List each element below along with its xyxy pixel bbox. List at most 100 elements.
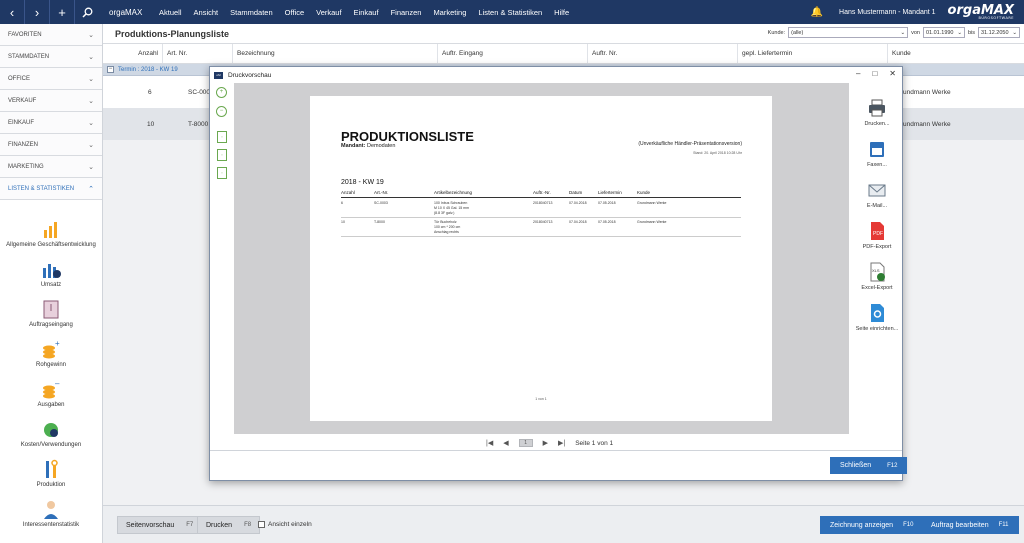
menu-office[interactable]: Office [279, 8, 310, 17]
next-page-icon[interactable]: ▶ [543, 439, 548, 447]
menu-stammdaten[interactable]: Stammdaten [224, 8, 279, 17]
tool-label: Excel-Export [861, 285, 893, 291]
maximize-icon[interactable]: □ [872, 69, 877, 78]
back-icon[interactable]: ‹ [0, 0, 24, 24]
sidebar-item-geschaeftsentwicklung[interactable]: Allgemeine Geschäftsentwicklung [0, 210, 102, 250]
add-icon[interactable]: + [50, 0, 74, 24]
filters: Kunde: (alle) ⌄ von 01.01.1990 ⌄ bis 31.12… [768, 27, 1020, 38]
sidebar-item-rohgewinn[interactable]: + Rohgewinn [0, 330, 102, 370]
col-artnr[interactable]: Art. Nr. [163, 44, 233, 63]
shortcut-key: F7 [186, 522, 194, 528]
schliessen-button[interactable]: Schließen F12 [830, 457, 908, 474]
chevron-down-icon: ⌄ [900, 29, 906, 36]
sidebar-item-interessentenstatistik[interactable]: Interessentenstatistik [0, 490, 102, 530]
pdf-export-tool[interactable]: PDF PDF-Export [852, 212, 902, 253]
bis-date-input[interactable]: 31.12.2050 ⌄ [978, 27, 1020, 38]
row-kunde: undmann Werke [903, 88, 951, 96]
page-setup-tool[interactable]: Seite einrichten... [852, 294, 902, 335]
fax-tool[interactable]: Faxen... [852, 130, 902, 171]
sidebar-items: Allgemeine Geschäftsentwicklung Umsatz A… [0, 200, 102, 530]
dialog-titlebar[interactable]: oM Druckvorschau [210, 67, 902, 83]
menu-aktuell[interactable]: Aktuell [153, 8, 188, 17]
main-header: Produktions-Planungsliste Kunde: (alle) ⌄… [103, 24, 1024, 44]
col-kunde[interactable]: Kunde [888, 44, 1024, 63]
kunde-select[interactable]: (alle) ⌄ [788, 27, 909, 38]
doc-table-header: Anzahl Art.-Nr. Artikelbezeichnung Auftr… [341, 190, 741, 198]
col-bezeichnung[interactable]: Bezeichnung [233, 44, 438, 63]
close-icon[interactable]: ✕ [889, 69, 896, 78]
von-value: 01.01.1990 [925, 29, 954, 36]
menu-ansicht[interactable]: Ansicht [188, 8, 225, 17]
col-liefertermin[interactable]: gepl. Liefertermin [738, 44, 888, 63]
zoom-in-icon[interactable]: + [216, 87, 227, 98]
preview-tools: + − ▫ ▫ ▫ [216, 87, 230, 185]
col-anzahl[interactable]: Anzahl [103, 44, 163, 63]
sidebar-section-einkauf[interactable]: EINKAUF ⌄ [0, 112, 102, 134]
forward-icon[interactable]: › [25, 0, 49, 24]
two-pages-icon[interactable]: ▫ [217, 149, 227, 161]
sidebar-item-ausgaben[interactable]: – Ausgaben [0, 370, 102, 410]
doc-cell: Grundmann Werke [637, 220, 667, 224]
section-label: MARKETING [8, 163, 44, 170]
prev-page-icon[interactable]: ◀ [503, 439, 508, 447]
section-label: LISTEN & STATISTIKEN [8, 185, 75, 192]
page-number-input[interactable]: 1 [518, 439, 533, 447]
button-label: Schließen [840, 462, 872, 469]
sidebar-section-favoriten[interactable]: FAVORITEN ⌄ [0, 24, 102, 46]
sidebar-item-auftragseingang[interactable]: Auftragseingang [0, 290, 102, 330]
tool-label: Drucken... [864, 121, 890, 127]
search-icon[interactable] [75, 0, 99, 24]
last-page-icon[interactable]: ▶| [558, 439, 565, 447]
auftrag-bearbeiten-button[interactable]: Auftrag bearbeiten F11 [921, 516, 1019, 534]
checkbox[interactable] [258, 521, 265, 528]
page-width-icon[interactable]: ▫ [217, 167, 227, 179]
sidebar-item-umsatz[interactable]: Umsatz [0, 250, 102, 290]
print-tool[interactable]: Drucken... [852, 89, 902, 130]
chevron-down-icon: ⌄ [88, 97, 94, 105]
doc-stand: Stand: 20. April 2018 10:28 Uhr [693, 151, 742, 155]
user-name[interactable]: Hans Mustermann - Mandant 1 [839, 9, 936, 16]
col-auftr-nr[interactable]: Auftr. Nr. [588, 44, 738, 63]
minimize-icon[interactable]: – [856, 69, 860, 78]
sidebar-item-kosten[interactable]: Kosten/Verwendungen [0, 410, 102, 450]
chevron-up-icon: ⌃ [88, 185, 94, 193]
sidebar-section-listen-statistiken[interactable]: LISTEN & STATISTIKEN ⌃ [0, 178, 102, 200]
email-tool[interactable]: E-Mail... [852, 171, 902, 212]
zoom-out-icon[interactable]: − [216, 106, 227, 117]
seitenvorschau-button[interactable]: Seitenvorschau F7 [117, 516, 203, 534]
sidebar-section-office[interactable]: OFFICE ⌄ [0, 68, 102, 90]
sidebar-item-produktion[interactable]: Produktion [0, 450, 102, 490]
sidebar-section-stammdaten[interactable]: STAMMDATEN ⌄ [0, 46, 102, 68]
sidebar-section-verkauf[interactable]: VERKAUF ⌄ [0, 90, 102, 112]
col-auftr-eingang[interactable]: Auftr. Eingang [438, 44, 588, 63]
tool-label: PDF-Export [862, 244, 892, 250]
chevron-down-icon: ⌄ [1012, 29, 1017, 36]
bell-icon[interactable]: 🔔 [811, 7, 823, 18]
first-page-icon[interactable]: |◀ [486, 439, 493, 447]
menu-verkauf[interactable]: Verkauf [310, 8, 347, 17]
menu-einkauf[interactable]: Einkauf [348, 8, 385, 17]
chevron-down-icon: ⌄ [957, 29, 962, 36]
svg-text:+: + [55, 339, 60, 348]
ansicht-einzeln-checkbox[interactable]: Ansicht einzeln [258, 521, 312, 528]
doc-cell: Tür Bucheholz [434, 220, 457, 224]
von-date-input[interactable]: 01.01.1990 ⌄ [922, 27, 965, 38]
preview-area[interactable]: PRODUKTIONSLISTE Mandant: Demodaten (Unv… [234, 83, 849, 434]
menu-marketing[interactable]: Marketing [427, 8, 472, 17]
menu-listen-statistiken[interactable]: Listen & Statistiken [472, 8, 548, 17]
collapse-icon[interactable]: − [107, 66, 114, 73]
excel-export-tool[interactable]: XLS Excel-Export [852, 253, 902, 294]
shortcut-key: F8 [244, 522, 252, 528]
doc-col: Kunde [637, 190, 651, 195]
menu-finanzen[interactable]: Finanzen [385, 8, 428, 17]
menu-hilfe[interactable]: Hilfe [548, 8, 575, 17]
sidebar-section-finanzen[interactable]: FINANZEN ⌄ [0, 134, 102, 156]
zeichnung-anzeigen-button[interactable]: Zeichnung anzeigen F10 [820, 516, 924, 534]
sidebar-section-marketing[interactable]: MARKETING ⌄ [0, 156, 102, 178]
page-icon[interactable]: ▫ [217, 131, 227, 143]
bottom-bar: Seitenvorschau F7 Drucken F8 Ansicht einze… [103, 505, 1024, 543]
drucken-button[interactable]: Drucken F8 [197, 516, 261, 534]
doc-cell: 10 [341, 220, 345, 224]
section-label: STAMMDATEN [8, 53, 50, 60]
dialog-footer: Schließen F12 [210, 450, 908, 480]
